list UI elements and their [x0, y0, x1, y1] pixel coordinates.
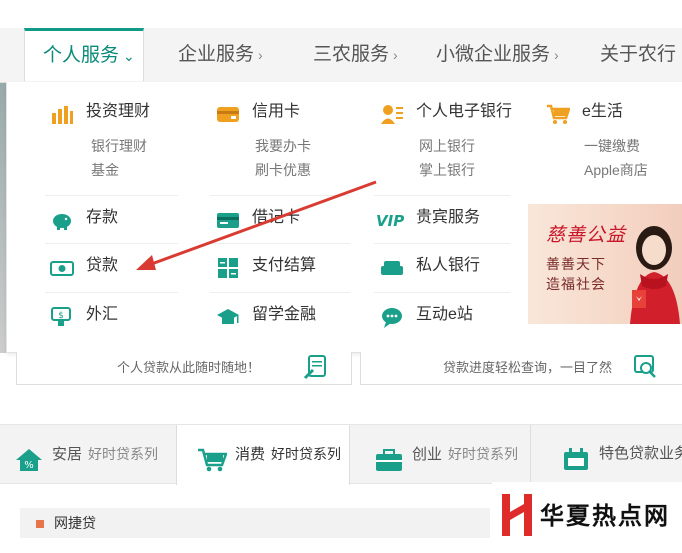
briefcase-icon — [374, 440, 404, 472]
tab-label: 安居 — [52, 446, 83, 463]
tab-consumer-loan[interactable]: 消费 好时贷系列 — [176, 425, 350, 485]
bullet-square-icon — [36, 520, 44, 529]
section-title: 网捷贷 — [54, 515, 96, 531]
tab-label: 创业 — [412, 446, 443, 463]
tab-sublabel: 好时贷系列 — [271, 446, 342, 462]
card-caption: 个人贷款从此随时随地！ — [117, 360, 261, 375]
loan-progress-card[interactable]: 贷款进度轻松查询，一目了然 — [360, 352, 682, 385]
tab-startup-loan[interactable]: 创业 好时贷系列 — [374, 425, 518, 483]
tab-sublabel: 好时贷系列 — [448, 446, 519, 462]
tab-label: 特色贷款业务 — [599, 445, 682, 462]
card-caption: 贷款进度轻松查询，一目了然 — [443, 360, 613, 375]
tab-sublabel: 好时贷系列 — [88, 446, 159, 462]
section-header-wangjiedai[interactable]: 网捷贷 — [20, 508, 490, 538]
tab-label: 消费 — [235, 446, 266, 463]
watermark-logo-icon — [502, 494, 532, 536]
loan-anywhere-card[interactable]: 个人贷款从此随时随地！ — [16, 352, 352, 385]
watermark-text: 华夏热点网 — [540, 503, 670, 530]
svg-text:%: % — [24, 460, 34, 471]
tab-special-loans[interactable]: 特色贷款业务 — [530, 425, 682, 483]
shopping-cart-icon — [197, 440, 228, 472]
document-pen-icon — [303, 354, 331, 380]
search-document-icon — [631, 354, 659, 380]
tab-housing-loan[interactable]: % 安居 好时贷系列 — [14, 425, 158, 483]
house-percent-icon: % — [14, 440, 44, 472]
calendar-gift-icon — [561, 439, 591, 471]
site-watermark: 华夏热点网 — [492, 482, 682, 548]
loan-category-tabs: % 安居 好时贷系列 消费 好时贷系列 创业 好时贷系列 特色贷款业务 — [0, 424, 682, 485]
